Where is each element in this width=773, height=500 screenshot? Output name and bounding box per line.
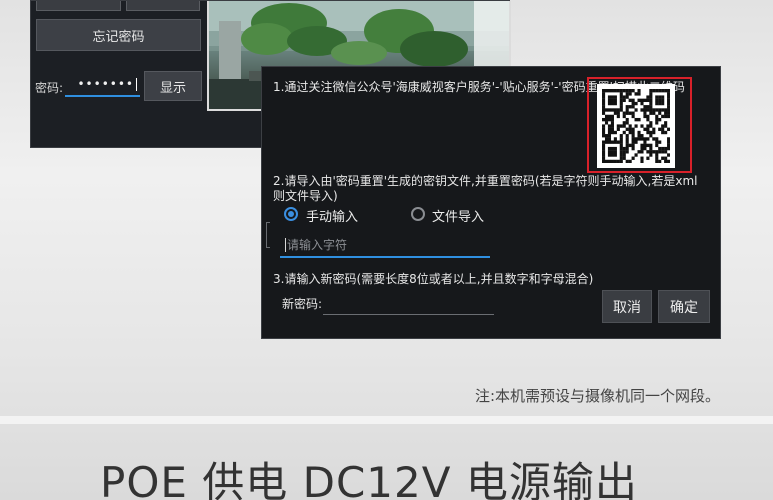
show-password-button[interactable]: 显示 [144, 71, 202, 101]
radio-manual-input[interactable] [284, 207, 298, 221]
top-button-fragment-right[interactable] [126, 1, 200, 11]
password-reset-dialog: 1.通过关注微信公众号'海康威视客户服务'-'贴心服务'-'密码重置'扫描此二维… [261, 66, 721, 339]
password-label: 密码: [35, 81, 64, 95]
confirm-button[interactable]: 确定 [658, 290, 710, 323]
qr-code-icon [602, 89, 671, 164]
radio-file-import[interactable] [411, 207, 425, 221]
network-note: 注:本机需预设与摄像机同一个网段。 [475, 387, 721, 405]
char-input-field[interactable] [280, 234, 490, 258]
new-password-input[interactable] [323, 300, 494, 315]
text-caret [285, 238, 286, 252]
text-caret [136, 77, 137, 91]
underlying-panel-edge [266, 222, 270, 248]
password-mask: ••••••• [77, 77, 134, 91]
step3-instruction: 3.请输入新密码(需要长度8位或者以上,并且数字和字母混合) [273, 272, 594, 286]
step2-instruction: 2.请导入由'密码重置'生成的密钥文件,并重置密码(若是字符则手动输入,若是xm… [273, 174, 698, 203]
radio-manual-label: 手动输入 [306, 210, 359, 225]
qr-code [597, 84, 675, 168]
new-password-label: 新密码: [282, 297, 323, 311]
top-button-fragment-left[interactable] [36, 1, 121, 11]
cancel-button[interactable]: 取消 [602, 290, 652, 323]
char-input[interactable] [280, 234, 490, 256]
section-divider [0, 416, 773, 424]
section-headline: POE 供电 DC12V 电源输出 [100, 458, 638, 500]
forgot-password-button[interactable]: 忘记密码 [36, 19, 201, 51]
radio-file-label: 文件导入 [432, 210, 485, 225]
password-input[interactable]: ••••••• [65, 73, 140, 97]
